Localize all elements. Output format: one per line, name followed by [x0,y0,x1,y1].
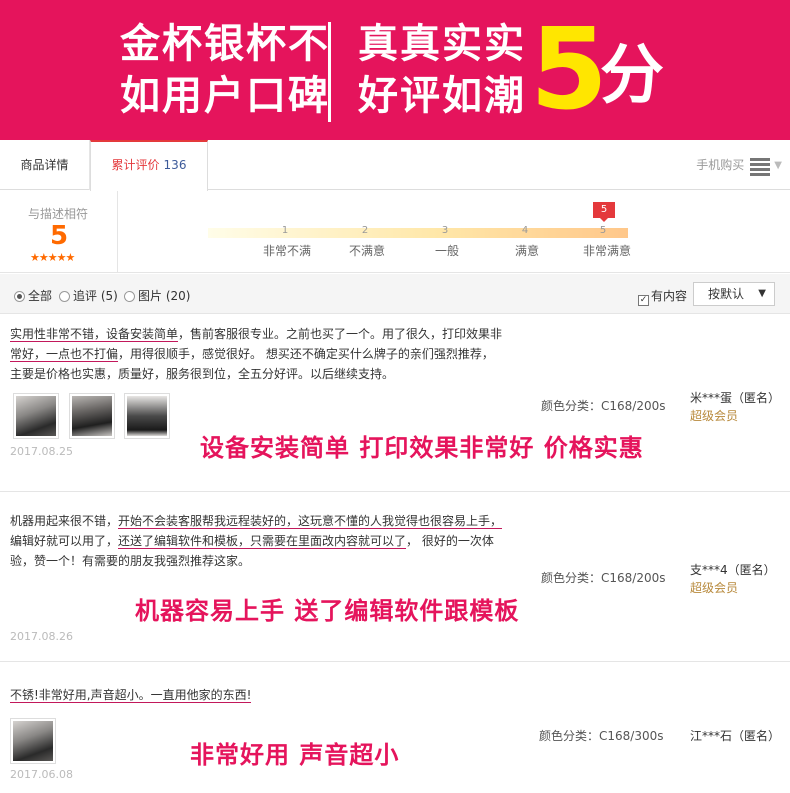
review-spec: 颜色分类：C168/300s [539,729,664,743]
banner-mid-line2: 好评如潮 [358,73,526,119]
banner-divider [328,22,331,122]
review-text-part: 机器用起来很不错， [10,514,119,528]
mobile-buy[interactable]: 手机购买 ▼ [696,152,782,179]
review-text-part: 验，赞一个！有需要的朋友我强烈推荐这家。 [10,554,251,568]
reviewer-name[interactable]: 米***蛋（匿名） [690,389,780,406]
radio-icon [59,291,70,302]
score-label: 与描述相符 [28,207,89,221]
review-photo-thumbnail[interactable] [124,393,170,439]
reviewer-level: 超级会员 [690,581,739,595]
filter-bar: 全部 追评 (5) 图片 (20) ✓ 有内容 按默认 ▼ [0,274,790,314]
filter-all[interactable]: 全部 [14,287,52,304]
scale-label-2: 不满意 [348,244,385,258]
review-count: 136 [163,158,187,172]
review-text: 机器用起来很不错，开始不会装客服帮我远程装好的，这玩意不懂的人我觉得也很容易上手… [10,511,510,571]
banner-unit: 分 [600,39,664,113]
scale-tick-1: 1 [281,225,289,236]
reviewer-level: 超级会员 [690,409,739,423]
banner-mid-line1: 真真实实 [358,21,526,67]
rating-marker: 5 [593,202,615,222]
review-item: 机器用起来很不错，开始不会装客服帮我远程装好的，这玩意不懂的人我觉得也很容易上手… [0,493,790,662]
review-text-part: ， 很好的一次体 [406,534,494,548]
review-date: 2017.08.26 [10,630,73,643]
review-text-underlined: 不锈!非常好用,声音超小。一直用他家的东西! [10,688,252,703]
filter-images[interactable]: 图片 (20) [124,287,190,304]
review-text: 实用性非常不错，设备安装简单，售前客服很专业。之前也买了一个。用了很久，打印效果… [10,324,510,384]
chevron-down-icon: ▼ [758,288,766,299]
review-date: 2017.06.08 [10,768,73,781]
review-text-part: ，用得很顺手，感觉很好。 想买还不确定买什么牌子的亲们强烈推荐， [118,347,494,361]
score-value: 5 [50,221,69,251]
has-content-label: 有内容 [651,289,688,303]
review-text-underlined: 还送了编辑软件和模板，只需要在里面改内容就可以了 [118,534,407,549]
tab-reviews-label: 累计评价 [111,158,160,172]
banner-left-line2: 如用户口碑 [120,73,330,119]
banner-slogan-mid: 真真实实 好评如潮 [358,18,526,122]
filter-all-label: 全部 [28,289,53,303]
review-highlight: 非常好用 声音超小 [190,741,400,769]
reviewer-name[interactable]: 江***石（匿名） [690,727,780,744]
sort-select[interactable]: 按默认 ▼ [693,282,775,306]
review-highlight: 机器容易上手 送了编辑软件跟模板 [135,597,520,625]
filter-images-label: 图片 (20) [138,289,191,303]
review-text: 不锈!非常好用,声音超小。一直用他家的东西! [10,685,510,705]
review-text-part: 主要是价格也实惠，质量好，服务很到位，全五分好评。以后继续支持。 [10,367,395,381]
chevron-down-icon: ▼ [774,159,782,171]
scale-tick-2: 2 [361,225,369,236]
review-highlight: 设备安装简单 打印效果非常好 价格实惠 [200,434,644,462]
banner-left-line1: 金杯银杯不 [120,21,330,67]
review-spec: 颜色分类：C168/200s [541,571,666,585]
review-photo-thumbnail[interactable] [13,393,59,439]
review-item: 实用性非常不错，设备安装简单，售前客服很专业。之前也买了一个。用了很久，打印效果… [0,315,790,492]
scale-label-1: 非常不满 [262,244,311,258]
checkbox-checked-icon: ✓ [638,295,649,306]
review-item: 不锈!非常好用,声音超小。一直用他家的东西! 颜色分类：C168/300s 江*… [0,663,790,793]
reviewer-name[interactable]: 支***4（匿名） [690,561,776,578]
star-rating: ★★★★★ [30,251,75,264]
mobile-buy-label: 手机购买 [696,158,745,172]
scale-tick-3: 3 [441,225,449,236]
score-box: 与描述相符 5 ★★★★★ [0,191,118,273]
tab-reviews[interactable]: 累计评价 136 [90,140,208,191]
radio-icon [124,291,135,302]
promo-banner: 金杯银杯不 如用户口碑 真真实实 好评如潮 5 分 [0,0,790,140]
review-photo-thumbnail[interactable] [10,718,56,764]
review-spec: 颜色分类：C168/200s [541,399,666,413]
review-text-underlined: 常好，一点也不打偏 [10,347,119,362]
rating-scale-bar [208,228,628,238]
radio-selected-icon [14,291,25,302]
filter-followup[interactable]: 追评 (5) [59,287,118,304]
banner-big-number: 5 [530,5,608,135]
review-text-underlined: 实用性非常不错，设备安装简单 [10,327,179,342]
banner-slogan-left: 金杯银杯不 如用户口碑 [120,18,330,122]
scale-label-3: 一般 [434,244,459,258]
scale-label-4: 满意 [514,244,539,258]
tab-product-details[interactable]: 商品详情 [0,140,90,190]
review-text-underlined: 开始不会装客服帮我远程装好的，这玩意不懂的人我觉得也很容易上手， [118,514,503,529]
scale-tick-5: 5 [599,225,607,236]
has-content-checkbox[interactable]: ✓ 有内容 [638,287,687,306]
sort-select-label: 按默认 [708,287,745,301]
review-text-part: 编辑好就可以用了， [10,534,119,548]
tab-bar: 商品详情 累计评价 136 手机购买 ▼ [0,140,790,191]
review-photo-thumbnail[interactable] [69,393,115,439]
scale-label-5: 非常满意 [582,244,631,258]
review-text-part: ，售前客服很专业。之前也买了一个。用了很久，打印效果非 [178,327,503,341]
review-date: 2017.08.25 [10,445,73,458]
qr-code-icon [750,155,771,176]
filter-followup-label: 追评 (5) [73,289,118,303]
scale-tick-4: 4 [521,225,529,236]
